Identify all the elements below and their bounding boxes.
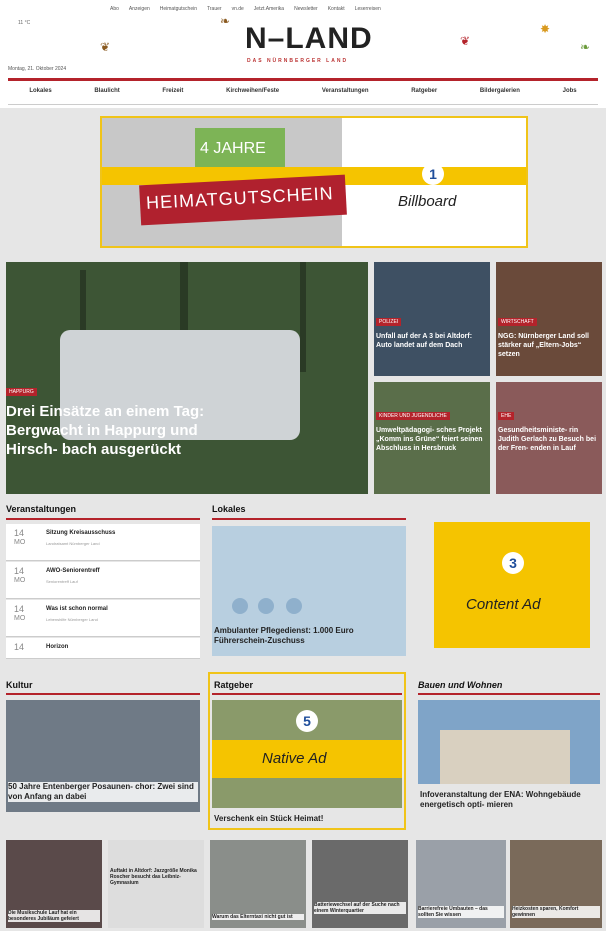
- top-links: Abo Anzeigen Heimatgutschein Trauer vn.d…: [110, 6, 510, 12]
- event-location: Lebenshilfe Nürnberger Land: [46, 617, 98, 622]
- event-item[interactable]: 14 Horizon: [6, 638, 200, 659]
- house-icon: [258, 598, 274, 614]
- toplink[interactable]: vn.de: [232, 6, 244, 12]
- native-ad-label: Native Ad: [262, 750, 327, 767]
- weather-widget[interactable]: 11 °C: [18, 20, 30, 26]
- event-day: 14: [14, 642, 25, 652]
- thumbnail-card[interactable]: [312, 840, 408, 928]
- ad-number-badge: 3: [502, 552, 524, 574]
- event-location: Seniorentreff Lauf: [46, 579, 78, 584]
- house-image: [440, 730, 570, 784]
- event-item[interactable]: 14 MO Sitzung Kreisausschuss Landratsamt…: [6, 524, 200, 561]
- billboard-jahre: 4 JAHRE: [200, 140, 266, 157]
- event-weekday: MO: [14, 615, 26, 622]
- toplink[interactable]: Anzeigen: [129, 6, 150, 12]
- content-ad[interactable]: [434, 522, 590, 648]
- site-logo[interactable]: N–LAND: [245, 22, 373, 56]
- thumbnail-headline[interactable]: Auftakt in Altdorf: Jazzgröße Monika Ros…: [110, 868, 200, 886]
- section-title-bauen-und-wohnen[interactable]: Bauen und Wohnen: [418, 680, 502, 690]
- nav-item-kirchweihen[interactable]: Kirchweihen/Feste: [226, 88, 279, 94]
- leaf-icon: ✸: [540, 22, 551, 36]
- nav-item-ratgeber[interactable]: Ratgeber: [411, 88, 437, 94]
- tile-category-tag[interactable]: EHE: [498, 412, 515, 420]
- thumbnail-headline[interactable]: Warum das Elterntaxi nicht gut ist: [212, 914, 304, 920]
- section-title-kultur[interactable]: Kultur: [6, 680, 33, 690]
- content-ad-label: Content Ad: [466, 596, 541, 613]
- nav-divider: [8, 104, 598, 105]
- event-title[interactable]: Horizon: [46, 644, 68, 650]
- nav-item-veranstaltungen[interactable]: Veranstaltungen: [322, 88, 369, 94]
- billboard-label: Billboard: [398, 193, 457, 210]
- header-divider: [8, 78, 598, 81]
- event-item[interactable]: 14 MO Was ist schon normal Lebenshilfe N…: [6, 600, 200, 637]
- toplink[interactable]: Leserreisen: [355, 6, 381, 12]
- event-title[interactable]: AWO-Seniorentreff: [46, 568, 100, 574]
- section-title-lokales[interactable]: Lokales: [212, 504, 246, 514]
- nav-item-freizeit[interactable]: Freizeit: [162, 88, 183, 94]
- event-location: Landratsamt Nürnberger Land: [46, 541, 100, 546]
- event-day: 14: [14, 528, 25, 538]
- toplink[interactable]: Trauer: [207, 6, 222, 12]
- event-weekday: MO: [14, 539, 26, 546]
- event-weekday: MO: [14, 577, 26, 584]
- event-title[interactable]: Sitzung Kreisausschuss: [46, 530, 115, 536]
- event-day: 14: [14, 604, 25, 614]
- thumbnail-headline[interactable]: Die Musikschule Lauf hat ein besonderes …: [8, 910, 100, 922]
- thumbnail-headline[interactable]: Heizkosten sparen, Komfort gewinnen: [512, 906, 600, 918]
- section-divider: [418, 693, 600, 695]
- tile-headline[interactable]: Umweltpädagogi- sches Projekt „Komm ins …: [376, 426, 486, 453]
- tile-category-tag[interactable]: KINDER UND JUGENDLICHE: [376, 412, 450, 420]
- leaf-icon: ❦: [100, 40, 111, 54]
- nav-item-jobs[interactable]: Jobs: [563, 88, 577, 94]
- tile-headline[interactable]: Unfall auf der A 3 bei Altdorf: Auto lan…: [376, 332, 486, 350]
- nav-item-blaulicht[interactable]: Blaulicht: [94, 88, 119, 94]
- section-divider: [212, 693, 402, 695]
- tile-headline[interactable]: Gesundheitsministe- rin Judith Gerlach z…: [498, 426, 598, 453]
- tile-category-tag[interactable]: WIRTSCHAFT: [498, 318, 537, 326]
- thumbnail-headline[interactable]: Barrierefreie Umbauten – das sollten Sie…: [418, 906, 504, 918]
- event-title[interactable]: Was ist schon normal: [46, 606, 108, 612]
- section-divider: [6, 693, 200, 695]
- section-divider: [212, 518, 406, 520]
- toplink[interactable]: Kontakt: [328, 6, 345, 12]
- section-title-ratgeber[interactable]: Ratgeber: [214, 680, 253, 690]
- hero-category-tag[interactable]: HAPPURG: [6, 388, 37, 396]
- leaf-icon: ❦: [460, 34, 471, 48]
- ad-number-badge: 1: [422, 163, 444, 185]
- ad-number-badge: 5: [296, 710, 318, 732]
- nav-item-bildergalerien[interactable]: Bildergalerien: [480, 88, 520, 94]
- current-date: Montag, 21. Oktober 2024: [8, 66, 67, 72]
- tree-trunk: [300, 262, 306, 372]
- main-nav: Lokales Blaulicht Freizeit Kirchweihen/F…: [8, 88, 598, 94]
- toplink[interactable]: Newsletter: [294, 6, 318, 12]
- section-title-veranstaltungen[interactable]: Veranstaltungen: [6, 504, 76, 514]
- event-item[interactable]: 14 MO AWO-Seniorentreff Seniorentreff La…: [6, 562, 200, 599]
- site-tagline: DAS NÜRNBERGER LAND: [247, 58, 349, 64]
- bauen-card-headline[interactable]: Infoveranstaltung der ENA: Wohngebäude e…: [420, 790, 600, 810]
- care-icon: [232, 598, 248, 614]
- tile-category-tag[interactable]: POLIZEI: [376, 318, 402, 326]
- kultur-card-headline[interactable]: 50 Jahre Entenberger Posaunen- chor: Zwe…: [8, 782, 198, 802]
- toplink[interactable]: Jetzt.Amerika: [254, 6, 284, 12]
- section-divider: [6, 518, 200, 520]
- tile-headline[interactable]: NGG: Nürnberger Land soll stärker auf „E…: [498, 332, 598, 359]
- heart-icon: [286, 598, 302, 614]
- nav-item-lokales[interactable]: Lokales: [29, 88, 51, 94]
- thumbnail-headline[interactable]: Batteriewechsel auf der Suche nach einem…: [314, 902, 406, 914]
- leaf-icon: ❧: [220, 14, 231, 28]
- toplink[interactable]: Heimatgutschein: [160, 6, 197, 12]
- toplink[interactable]: Abo: [110, 6, 119, 12]
- ratgeber-card-headline[interactable]: Verschenk ein Stück Heimat!: [214, 814, 404, 824]
- event-day: 14: [14, 566, 25, 576]
- leaf-icon: ❧: [580, 40, 591, 54]
- lokales-card-headline[interactable]: Ambulanter Pflegedienst: 1.000 Euro Führ…: [214, 626, 404, 646]
- hero-headline[interactable]: Drei Einsätze an einem Tag: Bergwacht in…: [6, 402, 206, 459]
